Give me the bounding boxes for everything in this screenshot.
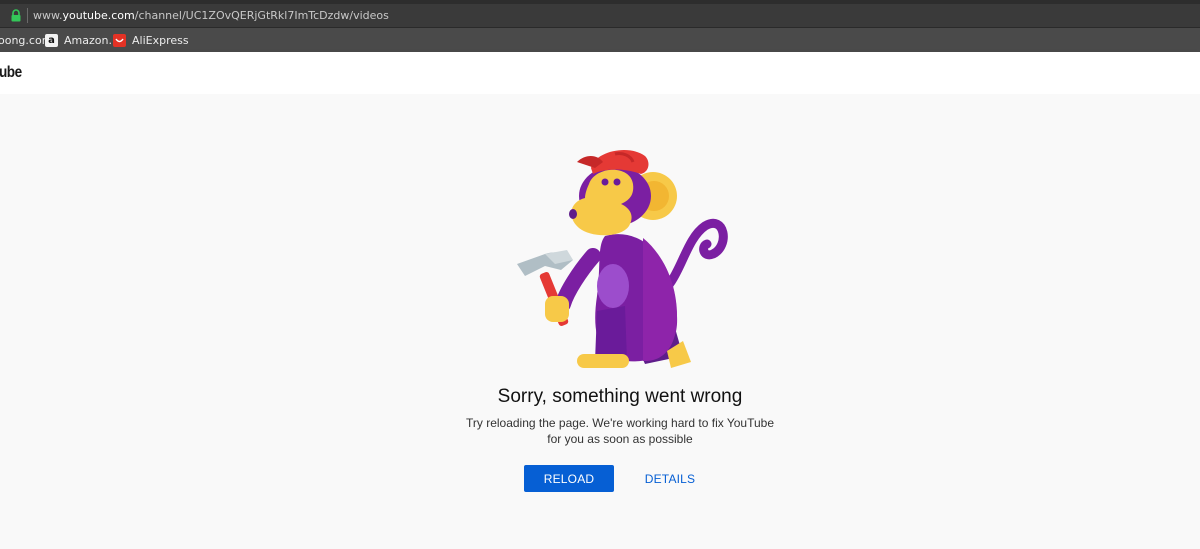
lock-icon — [11, 9, 21, 22]
reload-button[interactable]: RELOAD — [524, 465, 614, 492]
url-text[interactable]: www.youtube.com/channel/UC1ZOvQERjGtRkl7… — [33, 9, 389, 22]
youtube-header: ube — [0, 52, 1200, 94]
amazon-icon: a — [45, 34, 58, 47]
error-page: Sorry, something went wrong Try reloadin… — [0, 94, 1200, 549]
bookmark-label: AliExpress — [132, 34, 189, 47]
error-message: Try reloading the page. We're working ha… — [465, 416, 775, 446]
monkey-illustration — [517, 149, 728, 368]
details-button[interactable]: DETAILS — [630, 465, 710, 492]
address-divider — [27, 8, 28, 23]
bookmark-item-aliexpress[interactable]: AliExpress — [113, 33, 189, 48]
bookmark-item-amazon[interactable]: a Amazon.in — [45, 33, 122, 48]
youtube-logo[interactable]: ube — [0, 64, 22, 82]
url-path: /channel/UC1ZOvQERjGtRkl7ImTcDzdw/videos — [134, 9, 389, 22]
aliexpress-icon — [113, 34, 126, 47]
url-prefix: www. — [33, 9, 63, 22]
address-bar[interactable]: www.youtube.com/channel/UC1ZOvQERjGtRkl7… — [0, 4, 1200, 27]
bookmarks-bar: oong.com a Amazon.in AliExpress — [0, 27, 1200, 52]
url-domain: youtube.com — [62, 9, 135, 22]
error-title: Sorry, something went wrong — [497, 386, 743, 407]
